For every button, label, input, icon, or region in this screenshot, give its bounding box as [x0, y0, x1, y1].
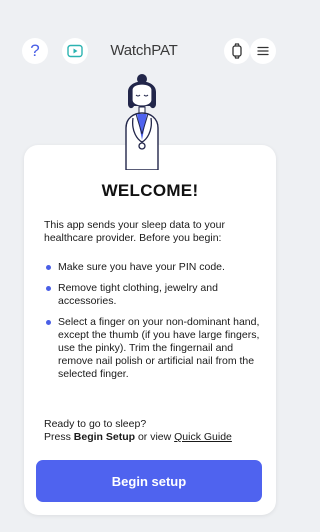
list-item: Remove tight clothing, jewelry and acces…: [44, 282, 266, 308]
press-middle: or view: [135, 431, 175, 443]
welcome-title: WELCOME!: [101, 181, 199, 200]
ready-text: Ready to go to sleep? Press Begin Setup …: [44, 418, 274, 444]
press-prefix: Press: [44, 431, 74, 443]
bullet-dot: [46, 286, 51, 291]
welcome-screen: ? WatchPAT WELCOME! This app sends your …: [0, 0, 288, 532]
hamburger-menu-icon: [257, 46, 269, 56]
ready-line: Ready to go to sleep?: [44, 418, 147, 430]
welcome-card: WELCOME! This app sends your sleep data …: [24, 145, 276, 515]
quick-guide-link[interactable]: Quick Guide: [174, 431, 232, 443]
bullet-text: Select a finger on your non-dominant han…: [58, 316, 260, 380]
begin-setup-button[interactable]: Begin setup: [36, 460, 262, 502]
watch-device-icon: [232, 43, 242, 59]
intro-text: This app sends your sleep data to your h…: [44, 219, 225, 244]
press-line: Press Begin Setup or view Quick Guide: [44, 431, 274, 444]
list-item: Select a finger on your non-dominant han…: [44, 316, 266, 381]
bullet-dot: [46, 320, 51, 325]
header: ? WatchPAT: [0, 38, 288, 68]
begin-setup-emphasis: Begin Setup: [73, 431, 136, 443]
menu-button[interactable]: [250, 38, 276, 64]
list-item: Make sure you have your PIN code.: [44, 261, 266, 274]
bullet-dot: [46, 265, 51, 270]
doctor-illustration: [125, 74, 159, 170]
bullet-text: Make sure you have your PIN code.: [58, 261, 225, 273]
instructions-list: Make sure you have your PIN code. Remove…: [44, 261, 266, 389]
bullet-text: Remove tight clothing, jewelry and acces…: [58, 282, 218, 307]
device-button[interactable]: [224, 38, 250, 64]
